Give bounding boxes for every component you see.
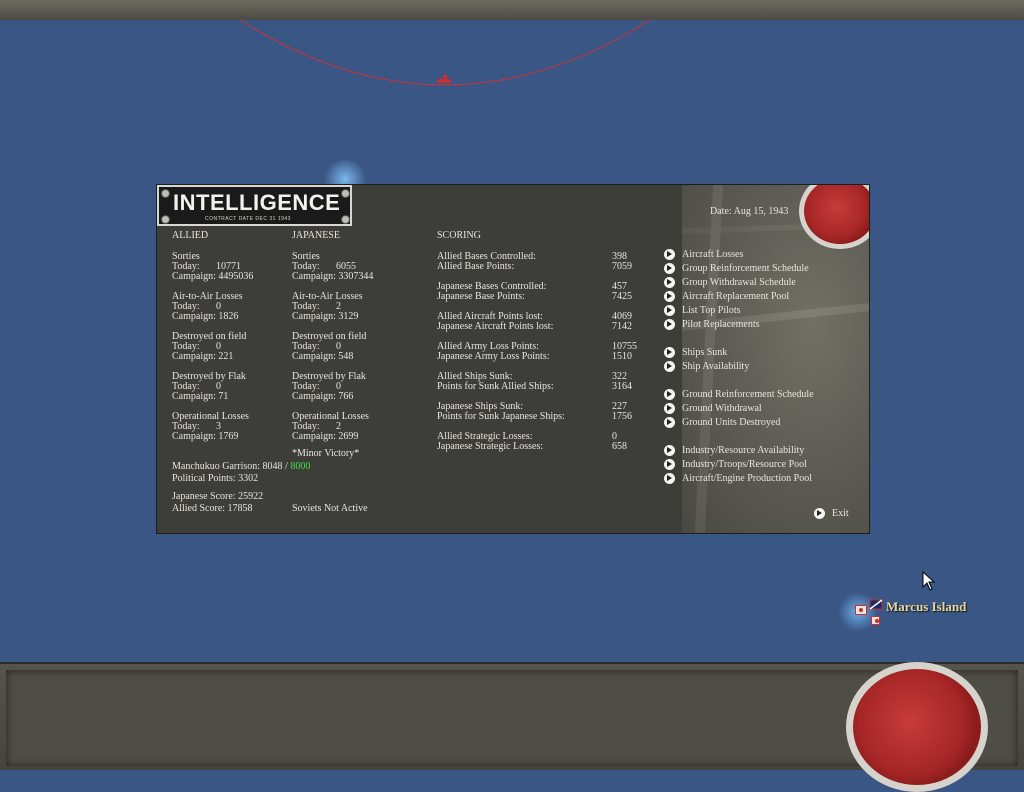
island-marker [869,599,883,610]
island-name-label[interactable]: Marcus Island [886,600,966,614]
mouse-cursor-icon [922,571,936,591]
aircraft-marker-icon[interactable] [869,599,883,610]
bottom-red-seal-emblem[interactable] [846,662,988,792]
